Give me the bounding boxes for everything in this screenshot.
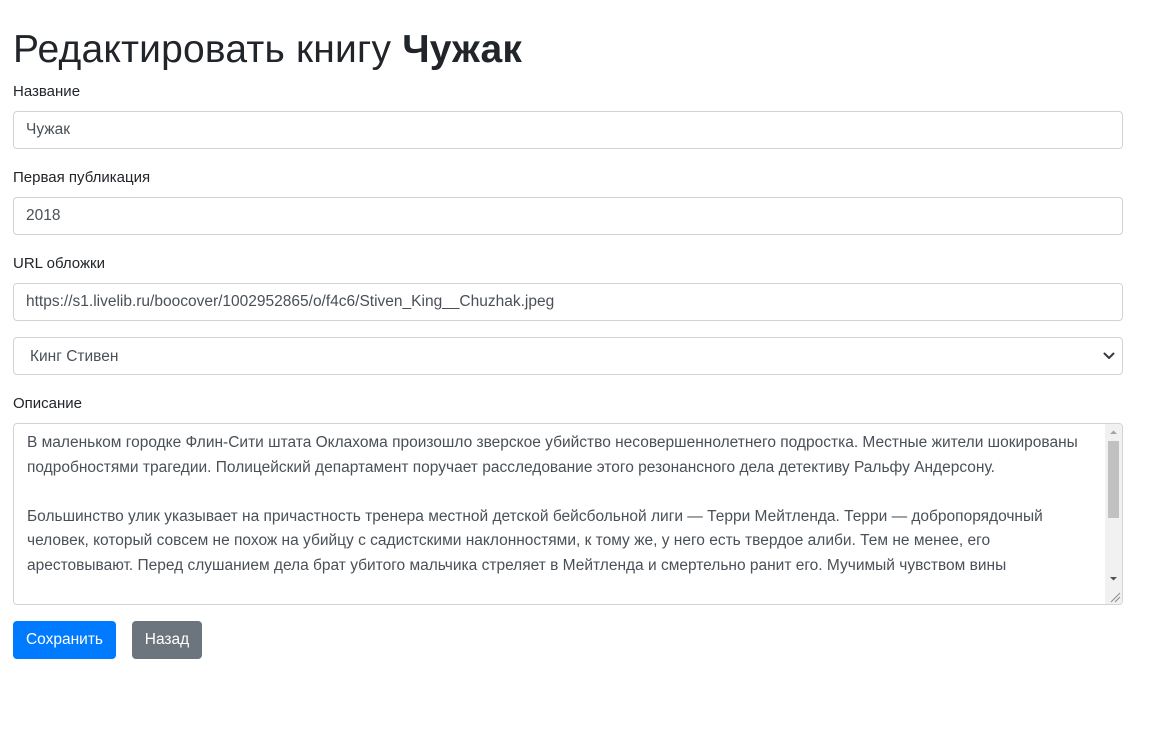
edit-book-page: Редактировать книгу Чужак Название Перва…	[0, 0, 1159, 747]
cover-url-label: URL обложки	[13, 255, 105, 272]
name-input[interactable]	[13, 111, 1123, 149]
author-select-value: Кинг Стивен	[30, 348, 119, 365]
resize-handle-icon[interactable]	[1105, 587, 1122, 604]
page-title-prefix: Редактировать книгу	[13, 28, 392, 71]
description-text: В маленьком городке Флин-Сити штата Окла…	[27, 434, 1078, 574]
year-label: Первая публикация	[13, 169, 151, 186]
scrollbar-thumb[interactable]	[1108, 441, 1119, 518]
scroll-down-arrow-icon[interactable]	[1105, 570, 1122, 587]
description-textarea[interactable]: В маленьком городке Флин-Сити штата Окла…	[13, 423, 1123, 605]
author-select[interactable]: Кинг Стивен	[13, 337, 1123, 375]
page-title-book-name: Чужак	[402, 28, 523, 71]
page-title: Редактировать книгу Чужак	[13, 27, 522, 73]
save-button[interactable]: Сохранить	[13, 621, 116, 659]
back-button[interactable]: Назад	[132, 621, 202, 659]
scroll-up-arrow-icon[interactable]	[1105, 424, 1122, 441]
chevron-down-icon	[1103, 352, 1115, 359]
year-input[interactable]	[13, 197, 1123, 235]
description-scrollbar[interactable]	[1105, 424, 1122, 604]
name-label: Название	[13, 83, 81, 100]
cover-url-input[interactable]	[13, 283, 1123, 321]
description-label: Описание	[13, 395, 83, 412]
